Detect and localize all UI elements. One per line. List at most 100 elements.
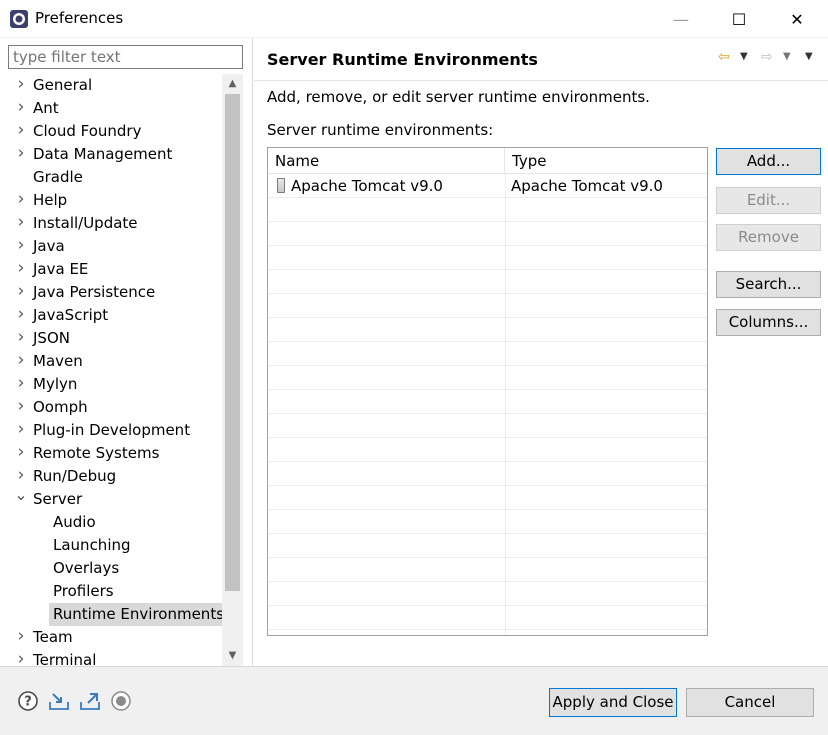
search-button[interactable]: Search... <box>716 271 821 298</box>
tree-item-label: Terminal <box>33 651 97 666</box>
dialog-footer: ? Apply and Close Cancel <box>0 666 828 735</box>
tree-item-label: Cloud Foundry <box>33 122 142 140</box>
scroll-down-arrow-icon[interactable]: ▼ <box>222 646 243 666</box>
edit-button[interactable]: Edit... <box>716 187 821 214</box>
forward-arrow-icon: ⇨ <box>761 49 773 65</box>
tree-item-team[interactable]: › Team <box>0 626 222 649</box>
cell-type: Apache Tomcat v9.0 <box>511 177 663 195</box>
tree-item-java-ee[interactable]: › Java EE <box>0 258 222 281</box>
tree-item-java-persistence[interactable]: › Java Persistence <box>0 281 222 304</box>
chevron-right-icon[interactable]: › <box>14 396 28 419</box>
scroll-up-arrow-icon[interactable]: ▲ <box>222 74 243 94</box>
tree-item-overlays[interactable]: Overlays <box>0 557 222 580</box>
chevron-right-icon[interactable]: › <box>14 235 28 258</box>
tree-item-profilers[interactable]: Profilers <box>0 580 222 603</box>
chevron-right-icon[interactable]: › <box>14 327 28 350</box>
chevron-right-icon[interactable]: › <box>14 626 28 649</box>
chevron-right-icon[interactable]: › <box>14 189 28 212</box>
tree-item-label: Run/Debug <box>33 467 117 485</box>
import-icon[interactable] <box>48 690 70 712</box>
chevron-down-icon[interactable]: ⌄ <box>14 487 28 511</box>
tree-item-help[interactable]: › Help <box>0 189 222 212</box>
chevron-right-icon[interactable]: › <box>14 258 28 281</box>
minimize-button[interactable]: — <box>652 0 710 38</box>
tree-item-server[interactable]: ⌄ Server <box>0 487 222 511</box>
chevron-right-icon[interactable]: › <box>14 304 28 327</box>
tree-item-mylyn[interactable]: › Mylyn <box>0 373 222 396</box>
empty-table-row <box>268 486 707 510</box>
remove-button[interactable]: Remove <box>716 224 821 251</box>
svg-text:?: ? <box>24 695 32 710</box>
tree-item-gradle[interactable]: Gradle <box>0 166 222 189</box>
tree-item-label: Launching <box>53 536 131 554</box>
back-arrow-icon[interactable]: ⇦ <box>718 48 730 66</box>
tree-item-label: Java <box>33 237 65 255</box>
record-icon[interactable] <box>110 690 132 712</box>
tree-item-json[interactable]: › JSON <box>0 327 222 350</box>
empty-table-row <box>268 462 707 486</box>
preference-page: Server Runtime Environments ⇦ ▼ ⇨ ▼ ▼ Ad… <box>254 38 828 666</box>
add-button[interactable]: Add... <box>716 148 821 175</box>
empty-table-row <box>268 294 707 318</box>
tree-item-label: General <box>33 76 93 94</box>
tree-item-label: Runtime Environments <box>49 603 222 626</box>
chevron-right-icon[interactable]: › <box>14 373 28 396</box>
chevron-right-icon[interactable]: › <box>14 419 28 442</box>
maximize-button[interactable]: ☐ <box>710 0 768 38</box>
cancel-button[interactable]: Cancel <box>686 688 814 717</box>
help-icon[interactable]: ? <box>17 690 39 712</box>
chevron-right-icon[interactable]: › <box>14 212 28 235</box>
chevron-right-icon[interactable]: › <box>14 649 28 666</box>
chevron-right-icon[interactable]: › <box>14 350 28 373</box>
tree-item-launching[interactable]: Launching <box>0 534 222 557</box>
chevron-right-icon[interactable]: › <box>14 281 28 304</box>
tree-item-remote-systems[interactable]: › Remote Systems <box>0 442 222 465</box>
column-header-name[interactable]: Name <box>268 148 505 174</box>
server-icon <box>277 178 285 193</box>
tree-item-run-debug[interactable]: › Run/Debug <box>0 465 222 488</box>
sidebar-scrollbar[interactable]: ▲ ▼ <box>222 74 243 666</box>
view-menu-icon[interactable]: ▼ <box>805 48 813 66</box>
chevron-right-icon[interactable]: › <box>14 143 28 166</box>
eclipse-app-icon <box>10 10 28 28</box>
tree-item-audio[interactable]: Audio <box>0 511 222 534</box>
tree-item-label: Data Management <box>33 145 173 163</box>
tree-item-javascript[interactable]: › JavaScript <box>0 304 222 327</box>
tree-item-terminal[interactable]: › Terminal <box>0 649 222 666</box>
tree-item-runtime-environments[interactable]: Runtime Environments <box>0 603 222 626</box>
tree-item-label: Ant <box>33 99 59 117</box>
columns-button[interactable]: Columns... <box>716 309 821 336</box>
chevron-right-icon[interactable]: › <box>14 97 28 120</box>
tree-item-java[interactable]: › Java <box>0 235 222 258</box>
runtime-list-label: Server runtime environments: <box>267 121 494 139</box>
tree-item-oomph[interactable]: › Oomph <box>0 396 222 419</box>
tree-item-install-update[interactable]: › Install/Update <box>0 212 222 235</box>
chevron-right-icon[interactable]: › <box>14 74 28 97</box>
tree-item-general[interactable]: › General <box>0 74 222 97</box>
back-dropdown-icon[interactable]: ▼ <box>740 48 748 66</box>
filter-input[interactable] <box>8 45 243 69</box>
tree-item-label: Mylyn <box>33 375 78 393</box>
tree-item-label: Profilers <box>53 582 114 600</box>
tree-item-plug-in-development[interactable]: › Plug-in Development <box>0 419 222 442</box>
scrollbar-thumb[interactable] <box>225 94 240 591</box>
tree-item-label: JSON <box>33 329 70 347</box>
close-button[interactable]: ✕ <box>768 0 826 38</box>
chevron-right-icon[interactable]: › <box>14 442 28 465</box>
page-title: Server Runtime Environments <box>267 50 538 69</box>
empty-table-row <box>268 558 707 582</box>
empty-table-row <box>268 198 707 222</box>
tree-item-ant[interactable]: › Ant <box>0 97 222 120</box>
runtime-environments-table[interactable]: Name Type Apache Tomcat v9.0 Apache Tomca… <box>267 147 708 636</box>
tree-item-label: Server <box>33 490 83 508</box>
column-header-type[interactable]: Type <box>505 148 707 174</box>
export-icon[interactable] <box>79 690 101 712</box>
tree-item-cloud-foundry[interactable]: › Cloud Foundry <box>0 120 222 143</box>
empty-table-row <box>268 510 707 534</box>
preferences-sidebar: › General › Ant › Cloud Foundry › Data Manageme… <box>0 38 253 666</box>
tree-item-data-management[interactable]: › Data Management <box>0 143 222 166</box>
tree-item-maven[interactable]: › Maven <box>0 350 222 373</box>
chevron-right-icon[interactable]: › <box>14 120 28 143</box>
apply-and-close-button[interactable]: Apply and Close <box>549 688 677 717</box>
table-row[interactable]: Apache Tomcat v9.0 Apache Tomcat v9.0 <box>268 174 707 198</box>
